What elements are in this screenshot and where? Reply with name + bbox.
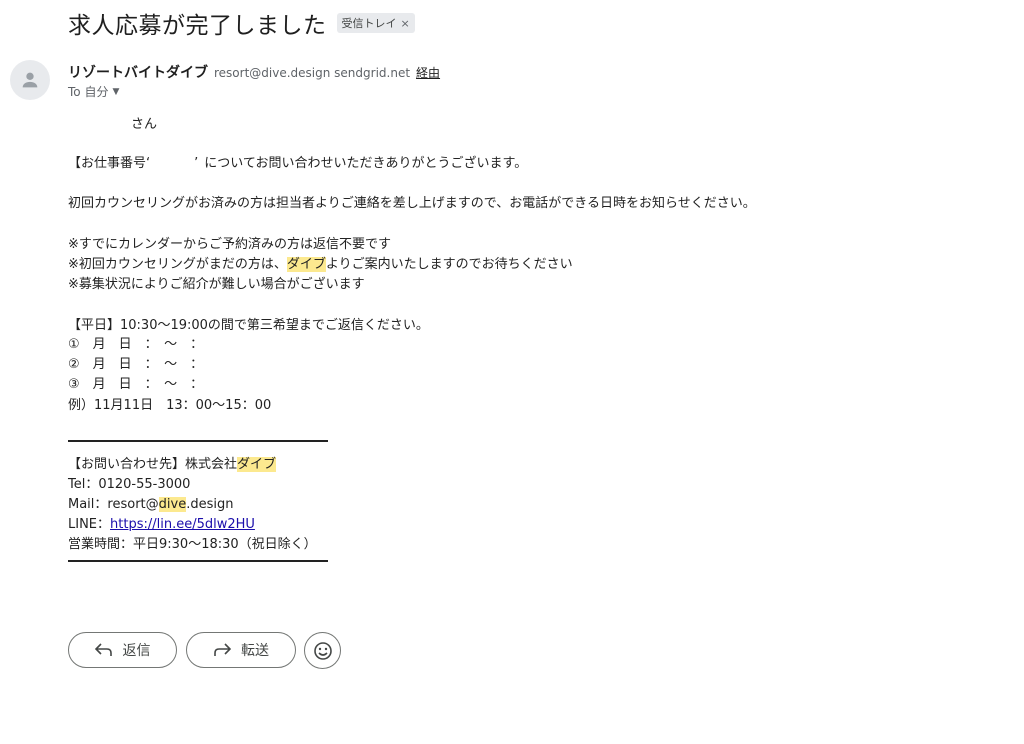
mail-line: Mail：resort@dive.design (68, 493, 233, 512)
mail-pre: Mail：resort@ (68, 497, 159, 512)
slot-line-1: ① 月 日 ： 〜 ： (68, 337, 204, 352)
contact-line: 【お問い合わせ先】株式会社ダイブ (68, 453, 277, 472)
inbox-label-chip[interactable]: 受信トレイ × (336, 13, 415, 33)
note-line-3: ※募集状況によりご紹介が難しい場合がございます (68, 277, 365, 292)
slot-line-3: ③ 月 日 ： 〜 ： (68, 377, 204, 392)
sender-name[interactable]: リゾートバイトダイブ (68, 62, 208, 82)
line-url-link[interactable]: https://lin.ee/5dlw2HU (110, 517, 255, 532)
email-subject: 求人応募が完了しました (68, 13, 327, 39)
divider-top (68, 440, 328, 442)
mail-highlight: dive (158, 497, 187, 512)
note-line-2: ※初回カウンセリングがまだの方は、ダイブよりご案内いたしますのでお待ちください (68, 253, 573, 272)
contact-pre: 【お問い合わせ先】株式会社 (68, 457, 238, 472)
greeting: さん (131, 117, 158, 132)
forward-label: 転送 (241, 643, 269, 659)
weekday-line: 【平日】10:30〜19:00の間で第三希望までご返信ください。 (68, 318, 429, 333)
thanks-pre: 【お仕事番号 (68, 156, 147, 171)
mail-post: .design (186, 497, 234, 512)
tel-line: Tel：0120-55-3000 (68, 477, 191, 492)
sender-row: リゾートバイトダイブ resort@dive.design sendgrid.n… (68, 62, 440, 82)
reply-icon (94, 643, 112, 656)
counsel-line: 初回カウンセリングがお済みの方は担当者よりご連絡を差し上げますので、お電話ができ… (68, 196, 756, 211)
remove-label-icon[interactable]: × (401, 17, 410, 30)
divider-bottom (68, 560, 328, 562)
via-link[interactable]: 経由 (416, 64, 440, 81)
slot-line-2: ② 月 日 ： 〜 ： (68, 357, 204, 372)
reply-button[interactable]: 返信 (68, 632, 177, 668)
thanks-mark-open: ‘ (146, 156, 151, 171)
forward-icon (214, 643, 231, 656)
chevron-down-icon[interactable]: ▼ (112, 87, 119, 97)
line-label: LINE： (68, 517, 111, 532)
sender-email: resort@dive.design sendgrid.net (214, 66, 411, 80)
hours-line: 営業時間：平日9:30〜18:30（祝日除く） (68, 537, 317, 552)
note2-highlight: ダイブ (286, 257, 326, 272)
sender-avatar[interactable] (10, 60, 50, 100)
note2-pre: ※初回カウンセリングがまだの方は、 (68, 257, 287, 272)
recipient-text: To 自分 (68, 85, 109, 99)
forward-button[interactable]: 転送 (186, 632, 296, 668)
thanks-line: 【お仕事番号‘ ’ についてお問い合わせいただきありがとうございます。 (68, 152, 527, 171)
person-icon (22, 72, 38, 88)
note-line-1: ※すでにカレンダーからご予約済みの方は返信不要です (68, 237, 392, 252)
contact-highlight: ダイブ (237, 457, 277, 472)
email-header: 求人応募が完了しました 受信トレイ × (68, 6, 415, 40)
label-chip-text: 受信トレイ (341, 17, 397, 30)
thanks-post: についてお問い合わせいただきありがとうございます。 (204, 156, 528, 171)
example-line: 例）11月11日 13：00〜15：00 (68, 398, 272, 413)
emoji-icon (313, 641, 332, 660)
recipient-row[interactable]: To 自分 ▼ (68, 83, 119, 100)
reply-label: 返信 (122, 643, 151, 659)
emoji-reaction-button[interactable] (304, 632, 341, 669)
line-contact: LINE：https://lin.ee/5dlw2HU (68, 513, 255, 532)
note2-post: よりご案内いたしますのでお待ちください (325, 257, 573, 272)
thanks-mark-close: ’ (194, 156, 199, 171)
